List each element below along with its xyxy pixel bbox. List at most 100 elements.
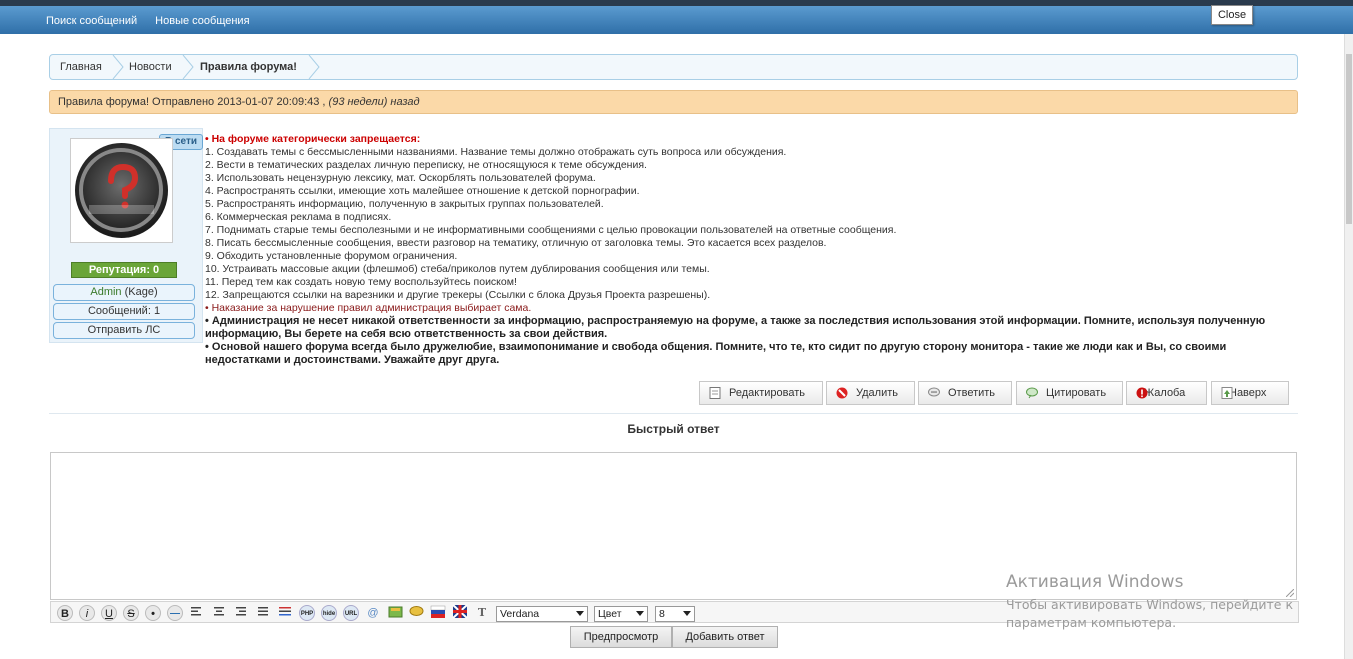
reply-label: Ответить — [948, 387, 996, 399]
report-button[interactable]: Жалоба — [1126, 381, 1207, 405]
page-margin-right — [1318, 34, 1344, 659]
go-top-label: Наверх — [1229, 387, 1267, 399]
chevron-down-icon — [683, 611, 691, 616]
align-center-icon[interactable] — [212, 605, 226, 619]
rule-item: 6. Коммерческая реклама в подписях. — [205, 211, 392, 223]
rule-item: 1. Создавать темы с бессмысленными назва… — [205, 146, 787, 158]
rule-item: 4. Распространять ссылки, имеющие хоть м… — [205, 185, 640, 197]
preview-button[interactable]: Предпросмотр — [570, 626, 672, 648]
breadcrumb-separator-icon — [112, 55, 124, 79]
align-left-icon[interactable] — [190, 605, 204, 619]
vertical-scrollbar[interactable] — [1344, 34, 1353, 659]
delete-button[interactable]: Удалить — [826, 381, 915, 405]
username-button[interactable]: Admin (Kage) — [53, 284, 195, 301]
size-select[interactable]: 8 — [655, 606, 695, 622]
font-select-value: Verdana — [500, 608, 540, 620]
color-select[interactable]: Цвет — [594, 606, 648, 622]
rule-item: 11. Перед тем как создать новую тему вос… — [205, 276, 517, 288]
rule-item: 2. Вести в тематических разделах личную … — [205, 159, 647, 171]
url-button[interactable]: URL — [343, 605, 359, 621]
font-select[interactable]: Verdana — [496, 606, 588, 622]
list-icon[interactable] — [278, 605, 292, 619]
rule-item: 9. Обходить установленные форумом ограни… — [205, 250, 458, 262]
align-justify-icon[interactable] — [256, 605, 270, 619]
rules-heading: • На форуме категорически запрещается: — [205, 133, 421, 145]
username: Admin — [90, 286, 122, 298]
avatar-image — [75, 143, 168, 238]
nav-search-posts[interactable]: Поиск сообщений — [46, 15, 137, 27]
reply-icon — [928, 387, 940, 397]
edit-icon — [709, 387, 721, 399]
top-navigation-bar: Поиск сообщений Новые сообщения — [0, 0, 1353, 34]
watermark-line-2: параметрам компьютера. — [1006, 615, 1177, 630]
chevron-down-icon — [636, 611, 644, 616]
color-select-value: Цвет — [598, 608, 622, 620]
watermark-title: Активация Windows — [1006, 572, 1184, 592]
avatar-question-icon — [79, 148, 163, 232]
flag-ru-icon[interactable] — [430, 605, 446, 619]
scrollbar-thumb[interactable] — [1346, 54, 1352, 224]
edit-button[interactable]: Редактировать — [699, 381, 823, 405]
quote-icon — [1026, 387, 1038, 399]
rules-list: 1. Создавать темы с бессмысленными назва… — [205, 146, 1300, 302]
reply-button[interactable]: Ответить — [918, 381, 1012, 405]
horizontal-rule-icon[interactable] — [167, 605, 183, 621]
rule-item: 12. Запрещаются ссылки на варезники и др… — [205, 289, 711, 301]
quick-reply-title: Быстрый ответ — [627, 422, 720, 436]
submit-reply-button[interactable]: Добавить ответ — [672, 626, 778, 648]
post-count: Сообщений: 1 — [53, 303, 195, 320]
breadcrumb-separator-icon — [308, 55, 320, 79]
bold-button[interactable]: B — [57, 605, 73, 621]
report-label: Жалоба — [1144, 387, 1186, 399]
punishment-note: • Наказание за нарушение правил админист… — [205, 302, 532, 314]
notice-relative-time: (93 недели) назад — [328, 96, 420, 108]
image-icon[interactable] — [388, 605, 403, 619]
breadcrumb: Главная Новости Правила форума! — [49, 54, 1298, 80]
rule-item: 5. Распространять информацию, полученную… — [205, 198, 604, 210]
hide-button[interactable]: hide — [321, 605, 337, 621]
bullet-list-icon[interactable]: • — [145, 605, 161, 621]
post-content: • На форуме категорически запрещается: 1… — [205, 133, 1300, 367]
breadcrumb-separator-icon — [182, 55, 194, 79]
nav-new-posts[interactable]: Новые сообщения — [155, 15, 249, 27]
underline-button[interactable]: U — [101, 605, 117, 621]
rule-item: 7. Поднимать старые темы бесполезными и … — [205, 224, 897, 236]
breadcrumb-home[interactable]: Главная — [60, 61, 102, 73]
windows-activation-watermark: Активация Windows Чтобы активировать Win… — [1006, 572, 1293, 632]
php-button[interactable]: PHP — [299, 605, 315, 621]
principle-text: • Основой нашего форума всегда было друж… — [205, 341, 1227, 366]
report-icon — [1136, 387, 1148, 399]
breadcrumb-news[interactable]: Новости — [129, 61, 172, 73]
delete-icon — [836, 387, 848, 399]
rule-item: 3. Использовать нецензурную лексику, мат… — [205, 172, 596, 184]
quote-label: Цитировать — [1046, 387, 1107, 399]
delete-label: Удалить — [856, 387, 898, 399]
rule-item: 10. Устраивать массовые акции (флешмоб) … — [205, 263, 710, 275]
align-right-icon[interactable] — [234, 605, 248, 619]
chevron-down-icon — [576, 611, 584, 616]
page-margin-left — [0, 34, 30, 659]
username-suffix: (Kage) — [124, 286, 158, 298]
flag-uk-icon[interactable] — [452, 604, 468, 619]
italic-button[interactable]: i — [79, 605, 95, 621]
smiley-icon[interactable] — [409, 605, 424, 619]
avatar — [70, 138, 173, 243]
email-icon[interactable]: @ — [365, 605, 381, 621]
disclaimer-text: • Администрация не несет никакой ответст… — [205, 315, 1266, 340]
top-nav: Поиск сообщений Новые сообщения — [46, 15, 265, 27]
quote-button[interactable]: Цитировать — [1016, 381, 1123, 405]
section-divider — [49, 413, 1298, 414]
reputation-badge[interactable]: Репутация: 0 — [71, 262, 177, 278]
rule-item: 8. Писать бессмысленные сообщения, ввест… — [205, 237, 827, 249]
edit-label: Редактировать — [729, 387, 805, 399]
size-select-value: 8 — [659, 608, 665, 620]
arrow-up-icon — [1221, 387, 1233, 399]
text-format-button[interactable]: T — [474, 605, 490, 621]
notice-text: Правила форума! Отправлено 2013-01-07 20… — [58, 96, 326, 108]
strike-button[interactable]: S — [123, 605, 139, 621]
close-tooltip: Close — [1211, 5, 1253, 25]
breadcrumb-current: Правила форума! — [200, 61, 297, 73]
go-top-button[interactable]: Наверх — [1211, 381, 1289, 405]
send-pm-button[interactable]: Отправить ЛС — [53, 322, 195, 339]
watermark-line-1: Чтобы активировать Windows, перейдите к — [1006, 597, 1294, 612]
